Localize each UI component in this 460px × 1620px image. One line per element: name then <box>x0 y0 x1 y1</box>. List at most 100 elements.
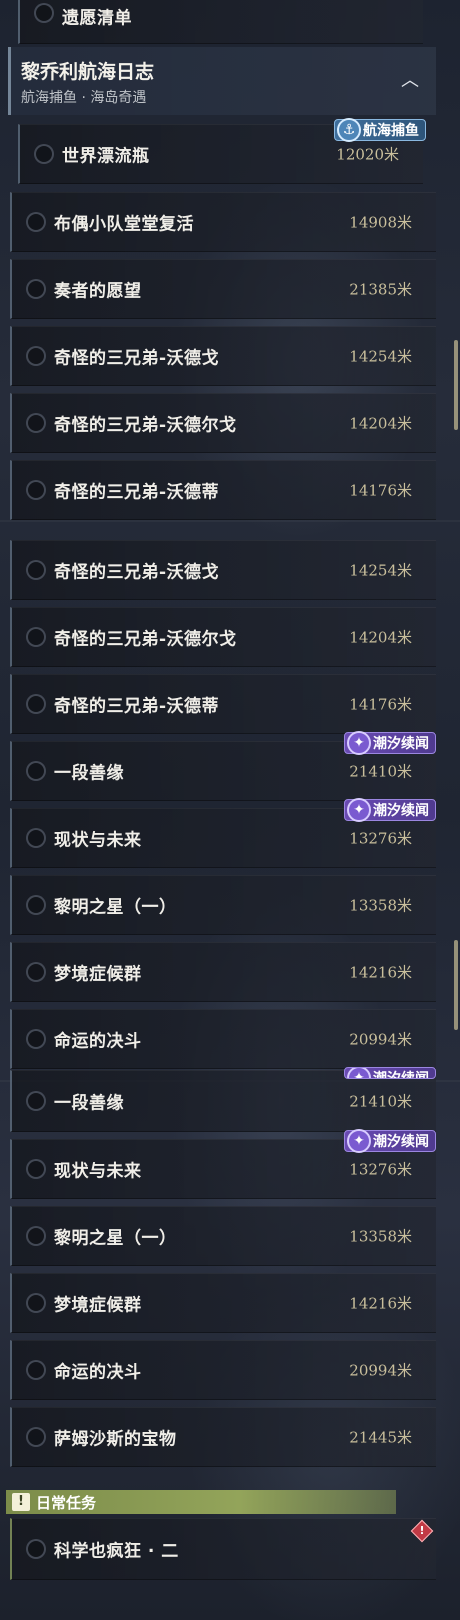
quest-distance: 21410米 <box>349 762 412 781</box>
quest-distance: 14216米 <box>349 1294 412 1313</box>
alert-icon: ! <box>410 1519 434 1543</box>
tide-badge: ✦ 潮汐续闻 <box>344 1129 436 1153</box>
quest-distance: 13276米 <box>349 1160 412 1179</box>
quest-row[interactable]: 一段善缘 21410米 ✦ 潮汐续闻 <box>10 1067 436 1132</box>
quest-row[interactable]: 奇怪的三兄弟-沃德蒂 14176米 <box>10 460 436 520</box>
quest-title: 黎明之星（一） <box>54 897 177 918</box>
quest-title: 奇怪的三兄弟-沃德蒂 <box>54 696 220 717</box>
quest-title: 奇怪的三兄弟-沃德戈 <box>54 348 220 369</box>
quest-row-wish-list[interactable]: 遗愿清单 <box>18 0 423 44</box>
quest-status-circle <box>26 828 46 848</box>
quest-status-circle <box>26 1226 46 1246</box>
quest-distance: 21385米 <box>349 280 412 299</box>
quest-distance: 14216米 <box>349 963 412 982</box>
chevron-up-icon[interactable]: ︿ <box>392 61 428 97</box>
quest-row[interactable]: 梦境症候群 14216米 <box>10 1273 436 1333</box>
quest-row[interactable]: 奏者的愿望 21385米 <box>10 259 436 319</box>
quest-distance: 14204米 <box>349 628 412 647</box>
quest-title: 奏者的愿望 <box>54 281 142 302</box>
quest-row[interactable]: 布偶小队堂堂复活 14908米 <box>10 192 436 252</box>
quest-row[interactable]: 奇怪的三兄弟-沃德戈 14254米 <box>10 326 436 386</box>
quest-distance: 14176米 <box>349 695 412 714</box>
quest-status-circle <box>34 144 54 164</box>
quest-list-view-2: 奇怪的三兄弟-沃德戈 14254米 奇怪的三兄弟-沃德尔戈 14204米 奇怪的… <box>0 520 460 1080</box>
section-title: 黎乔利航海日志 <box>21 61 155 83</box>
quest-distance: 14204米 <box>349 414 412 433</box>
quest-status-circle <box>26 1159 46 1179</box>
quest-distance: 21410米 <box>349 1092 412 1111</box>
quest-title: 奇怪的三兄弟-沃德尔戈 <box>54 629 237 650</box>
quest-title: 命运的决斗 <box>54 1362 142 1383</box>
section-header-voyage-log[interactable]: 黎乔利航海日志 航海捕鱼 · 海岛奇遇 ︿ <box>8 47 436 115</box>
quest-row[interactable]: 命运的决斗 20994米 <box>10 1009 436 1069</box>
quest-status-circle <box>26 627 46 647</box>
badge-label: 潮汐续闻 <box>373 736 429 752</box>
daily-tasks-header[interactable]: ! 日常任务 <box>6 1490 396 1514</box>
quest-row[interactable]: 黎明之星（一） 13358米 <box>10 1206 436 1266</box>
quest-row[interactable]: 萨姆沙斯的宝物 21445米 <box>10 1407 436 1467</box>
quest-distance: 14254米 <box>349 347 412 366</box>
quest-status-circle <box>26 346 46 366</box>
quest-title: 科学也疯狂 · 二 <box>54 1541 179 1562</box>
tide-badge: ✦ 潮汐续闻 <box>344 798 436 822</box>
quest-status-circle <box>26 279 46 299</box>
badge-label: 潮汐续闻 <box>373 1134 429 1150</box>
quest-distance: 13276米 <box>349 829 412 848</box>
quest-distance: 20994米 <box>349 1361 412 1380</box>
quest-distance: 14908米 <box>349 213 412 232</box>
quest-row[interactable]: 奇怪的三兄弟-沃德尔戈 14204米 <box>10 393 436 453</box>
quest-status-circle <box>26 895 46 915</box>
quest-title: 梦境症候群 <box>54 964 142 985</box>
quest-title: 梦境症候群 <box>54 1295 142 1316</box>
quest-status-circle <box>26 480 46 500</box>
quest-row[interactable]: 梦境症候群 14216米 <box>10 942 436 1002</box>
quest-status-circle <box>26 1293 46 1313</box>
quest-status-circle <box>26 1091 46 1111</box>
quest-title: 黎明之星（一） <box>54 1228 177 1249</box>
anchor-icon: ⚓ <box>337 118 361 142</box>
quest-row[interactable]: 黎明之星（一） 13358米 <box>10 875 436 935</box>
quest-status-circle <box>26 962 46 982</box>
quest-title: 一段善缘 <box>54 1093 124 1114</box>
quest-distance: 21445米 <box>349 1428 412 1447</box>
fishing-badge: ⚓ 航海捕鱼 <box>334 118 426 142</box>
quest-row[interactable]: 奇怪的三兄弟-沃德尔戈 14204米 <box>10 607 436 667</box>
quest-row[interactable]: 世界漂流瓶 12020米 ⚓ 航海捕鱼 <box>18 118 426 184</box>
quest-row[interactable]: 命运的决斗 20994米 <box>10 1340 436 1400</box>
wave-icon: ✦ <box>347 731 371 755</box>
quest-distance: 20994米 <box>349 1030 412 1049</box>
quest-status-circle <box>26 560 46 580</box>
quest-title: 一段善缘 <box>54 763 124 784</box>
quest-title: 命运的决斗 <box>54 1031 142 1052</box>
quest-status-circle <box>26 761 46 781</box>
section-subtitle: 航海捕鱼 · 海岛奇遇 <box>21 90 147 106</box>
quest-status-circle <box>26 1029 46 1049</box>
wave-icon: ✦ <box>347 1129 371 1153</box>
tide-badge: ✦ 潮汐续闻 <box>344 1067 436 1079</box>
quest-distance: 13358米 <box>349 1227 412 1246</box>
quest-row[interactable]: 现状与未来 13276米 ✦ 潮汐续闻 <box>10 1129 436 1199</box>
quest-distance: 14254米 <box>349 561 412 580</box>
quest-row-daily[interactable]: 科学也疯狂 · 二 ! <box>10 1518 436 1580</box>
quest-row[interactable]: 奇怪的三兄弟-沃德蒂 14176米 <box>10 674 436 734</box>
quest-status-circle <box>26 413 46 433</box>
badge-label: 潮汐续闻 <box>373 803 429 819</box>
badge-label: 航海捕鱼 <box>363 123 419 139</box>
quest-row[interactable]: 一段善缘 21410米 ✦ 潮汐续闻 <box>10 731 436 801</box>
quest-title: 遗愿清单 <box>62 8 132 29</box>
quest-status-circle <box>26 1427 46 1447</box>
scrollbar-thumb[interactable] <box>454 340 458 430</box>
quest-status-circle <box>26 1539 46 1559</box>
quest-distance: 12020米 <box>336 145 399 164</box>
quest-list-view-1: 遗愿清单 黎乔利航海日志 航海捕鱼 · 海岛奇遇 ︿ 世界漂流瓶 12020米 … <box>0 0 460 520</box>
quest-row[interactable]: 现状与未来 13276米 ✦ 潮汐续闻 <box>10 798 436 868</box>
scrollbar-thumb[interactable] <box>454 940 458 1030</box>
quest-status-circle <box>34 3 54 23</box>
quest-status-circle <box>26 1360 46 1380</box>
quest-row[interactable]: 奇怪的三兄弟-沃德戈 14254米 <box>10 540 436 600</box>
quest-distance: 14176米 <box>349 481 412 500</box>
quest-status-circle <box>26 694 46 714</box>
quest-title: 现状与未来 <box>54 830 142 851</box>
quest-status-circle <box>26 212 46 232</box>
wave-icon: ✦ <box>347 798 371 822</box>
